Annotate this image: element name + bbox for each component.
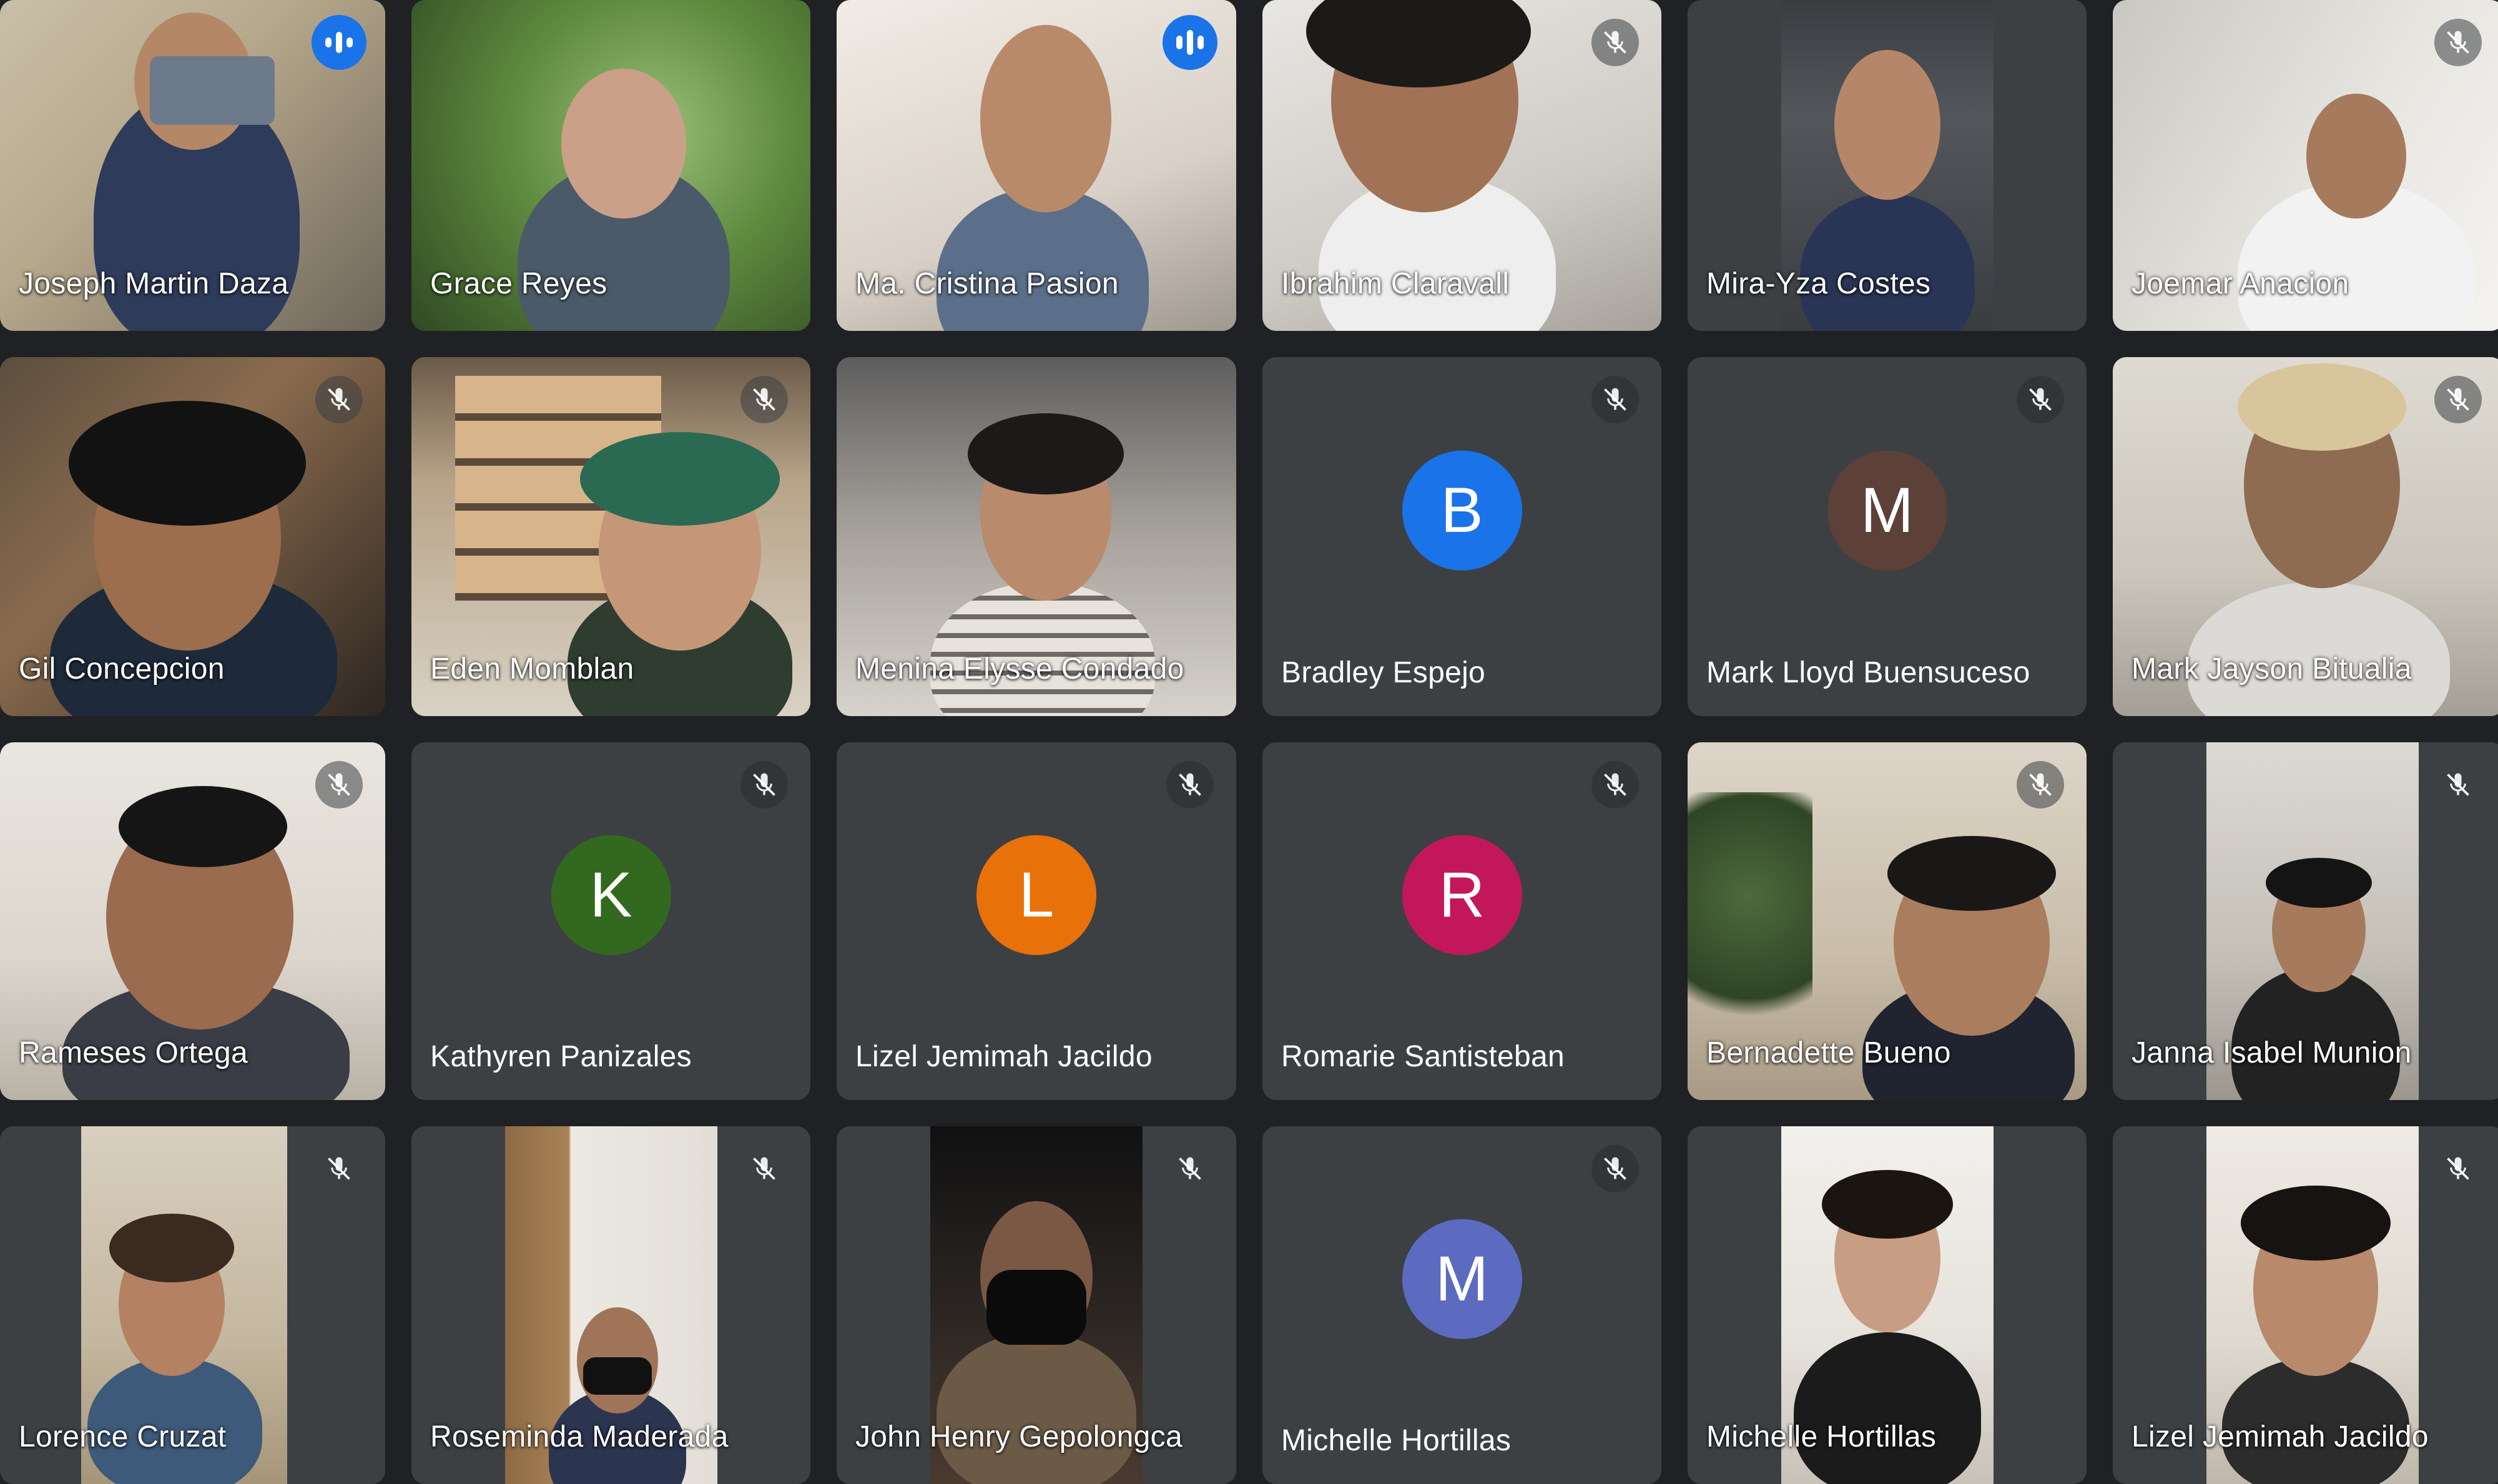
mic-off-icon	[1591, 376, 1639, 423]
participant-name: Janna Isabel Munion	[2132, 1036, 2412, 1069]
mic-off-icon	[2434, 1145, 2482, 1192]
participant-tile[interactable]: Gil Concepcion	[0, 357, 385, 716]
participant-tile[interactable]: Ibrahim Claravall	[1262, 0, 1661, 331]
mic-off-icon	[2434, 761, 2482, 808]
audio-level-icon	[312, 15, 366, 70]
participant-name: John Henry Gepolongca	[855, 1420, 1183, 1453]
participant-tile[interactable]: Rameses Ortega	[0, 742, 385, 1100]
participant-tile[interactable]: John Henry Gepolongca	[837, 1126, 1236, 1484]
participant-tile[interactable]: Bernadette Bueno	[1688, 742, 2087, 1100]
participant-name: Joseph Martin Daza	[19, 267, 289, 300]
participant-name: Ibrahim Claravall	[1281, 267, 1510, 300]
participant-tile[interactable]: Lizel Jemimah Jacildo	[2113, 1126, 2498, 1484]
participant-tile[interactable]: R Romarie Santisteban	[1262, 742, 1661, 1100]
participant-tile[interactable]: Lorence Cruzat	[0, 1126, 385, 1484]
participant-tile[interactable]: Grace Reyes	[411, 0, 810, 331]
mic-off-icon	[1591, 1145, 1639, 1192]
participant-tile[interactable]: M Michelle Hortillas	[1262, 1126, 1661, 1484]
participant-name: Michelle Hortillas	[1706, 1420, 1937, 1453]
participant-name: Grace Reyes	[430, 267, 607, 300]
participant-name: Roseminda Maderada	[430, 1420, 729, 1453]
participant-name: Lizel Jemimah Jacildo	[855, 1040, 1153, 1073]
participant-tile[interactable]: L Lizel Jemimah Jacildo	[837, 742, 1236, 1100]
participant-tile[interactable]: Janna Isabel Munion	[2113, 742, 2498, 1100]
participant-tile[interactable]: Mira-Yza Costes	[1688, 0, 2087, 331]
participant-name: Ma. Cristina Pasion	[855, 267, 1119, 300]
mic-off-icon	[740, 761, 788, 808]
participant-name: Lizel Jemimah Jacildo	[2132, 1420, 2429, 1453]
participant-name: Menina Elysse Condado	[855, 652, 1184, 685]
participant-tile[interactable]: Joemar Anacion	[2113, 0, 2498, 331]
participant-tile[interactable]: B Bradley Espejo	[1262, 357, 1661, 716]
participant-name: Bernadette Bueno	[1706, 1036, 1951, 1069]
avatar: L	[976, 835, 1096, 955]
avatar: R	[1402, 835, 1522, 955]
mic-off-icon	[740, 376, 788, 423]
participant-name: Kathyren Panizales	[430, 1040, 692, 1073]
participant-tile-active-speaker[interactable]: Ma. Cristina Pasion	[837, 0, 1236, 331]
mic-off-icon	[2434, 376, 2482, 423]
participant-tile[interactable]: K Kathyren Panizales	[411, 742, 810, 1100]
participant-tile[interactable]: M Mark Lloyd Buensuceso	[1688, 357, 2087, 716]
participant-name: Lorence Cruzat	[19, 1420, 227, 1453]
participant-name: Michelle Hortillas	[1281, 1424, 1512, 1457]
mic-off-icon	[1166, 761, 1214, 808]
participant-tile[interactable]: Joseph Martin Daza	[0, 0, 385, 331]
mic-off-icon	[1166, 1145, 1214, 1192]
participant-name: Gil Concepcion	[19, 652, 225, 685]
mic-off-icon	[315, 1145, 363, 1192]
participant-tile[interactable]: Eden Momblan	[411, 357, 810, 716]
participant-name: Mark Jayson Bitualia	[2132, 652, 2412, 685]
participant-name: Romarie Santisteban	[1281, 1040, 1565, 1073]
participant-name: Bradley Espejo	[1281, 656, 1486, 689]
mic-off-icon	[1591, 761, 1639, 808]
participant-name: Eden Momblan	[430, 652, 634, 685]
mic-off-icon	[315, 376, 363, 423]
audio-level-icon	[1163, 15, 1217, 70]
participant-name: Mark Lloyd Buensuceso	[1706, 656, 2030, 689]
participant-tile[interactable]: Michelle Hortillas	[1688, 1126, 2087, 1484]
participant-tile[interactable]: Mark Jayson Bitualia	[2113, 357, 2498, 716]
avatar: M	[1402, 1219, 1522, 1339]
mic-off-icon	[2434, 19, 2482, 66]
mic-off-icon	[2017, 376, 2064, 423]
mic-off-icon	[1591, 19, 1639, 66]
participant-tile[interactable]: Menina Elysse Condado	[837, 357, 1236, 716]
participant-name: Joemar Anacion	[2132, 267, 2349, 300]
participant-name: Mira-Yza Costes	[1706, 267, 1931, 300]
avatar: K	[551, 835, 671, 955]
mic-off-icon	[740, 1145, 788, 1192]
participant-grid: Joseph Martin Daza Grace Reyes Ma. Crist…	[0, 0, 2498, 1484]
avatar: M	[1827, 450, 1947, 571]
avatar: B	[1402, 450, 1522, 571]
mic-off-icon	[2017, 761, 2064, 808]
mic-off-icon	[315, 761, 363, 808]
participant-tile[interactable]: Roseminda Maderada	[411, 1126, 810, 1484]
participant-name: Rameses Ortega	[19, 1036, 248, 1069]
